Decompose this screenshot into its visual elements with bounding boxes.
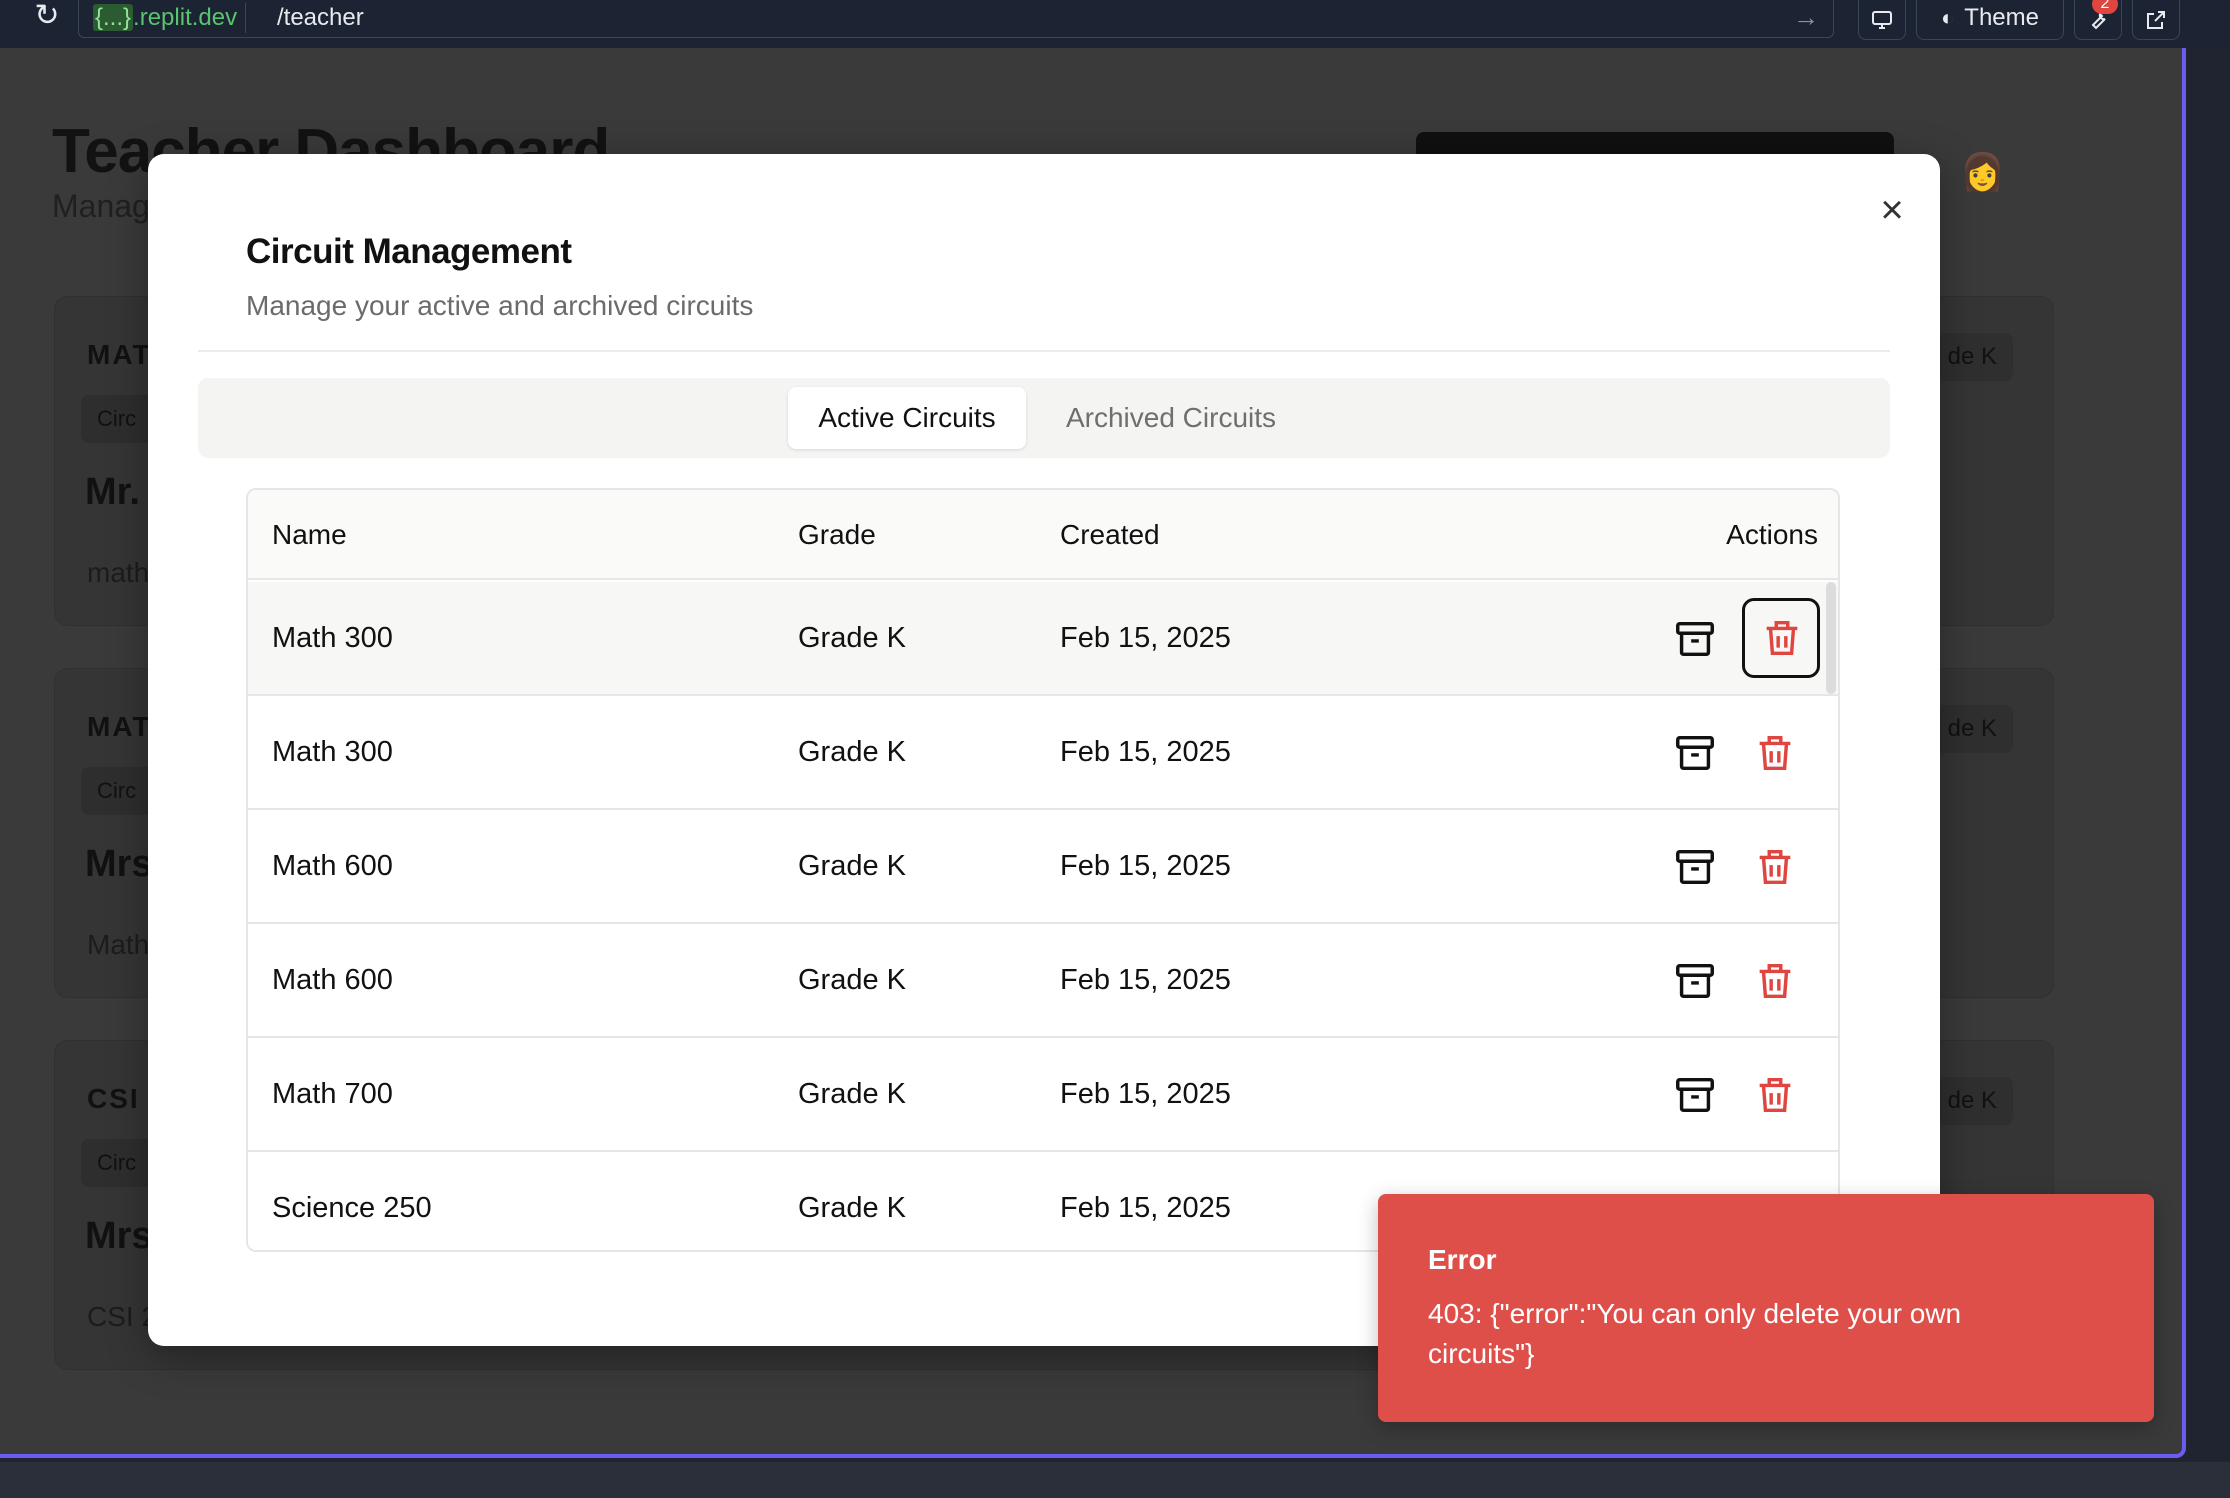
card-teacher: Mrs — [85, 843, 153, 885]
cell-grade: Grade K — [798, 964, 906, 996]
trash-icon[interactable] — [1752, 730, 1798, 776]
archive-icon[interactable] — [1672, 844, 1718, 890]
card-teacher: Mrs — [85, 1215, 153, 1257]
circuits-table: Name Grade Created Actions Math 300 Grad… — [246, 488, 1840, 1252]
theme-label: Theme — [1964, 4, 2039, 31]
cell-name: Science 250 — [272, 1192, 432, 1224]
table-header: Name Grade Created Actions — [248, 490, 1838, 580]
close-icon[interactable]: × — [1872, 190, 1912, 230]
browser-toolbar: ↻ {...}.replit.dev /teacher → ◐ Theme 2 — [0, 0, 2230, 48]
circuit-management-dialog: × Circuit Management Manage your active … — [148, 154, 1940, 1346]
toast-message: 403: {"error":"You can only delete your … — [1428, 1298, 1962, 1369]
cell-name: Math 600 — [272, 964, 393, 996]
cell-grade: Grade K — [798, 1078, 906, 1110]
avatar: 👩 — [1960, 151, 2005, 192]
open-in-new-tab-icon[interactable] — [2132, 0, 2180, 40]
error-toast[interactable]: Error 403: {"error":"You can only delete… — [1378, 1194, 2154, 1422]
trash-icon[interactable] — [1742, 598, 1820, 678]
cell-name: Math 300 — [272, 622, 393, 654]
window-bottom-edge — [0, 1462, 2230, 1498]
card-description: CSI 2 — [87, 1301, 158, 1332]
table-row: Math 300 Grade K Feb 15, 2025 — [248, 582, 1838, 696]
cell-grade: Grade K — [798, 850, 906, 882]
palette-icon: ◐ — [1941, 5, 1955, 30]
dialog-title: Circuit Management — [246, 232, 572, 271]
url-bar[interactable]: {...}.replit.dev /teacher → — [78, 0, 1834, 38]
trash-icon[interactable] — [1752, 1072, 1798, 1118]
archive-icon[interactable] — [1672, 958, 1718, 1004]
trash-icon[interactable] — [1752, 844, 1798, 890]
cell-grade: Grade K — [798, 1192, 906, 1224]
card-description: Math — [87, 929, 150, 960]
divider — [198, 350, 1890, 352]
card-grade-badge: de K — [1931, 1077, 2013, 1125]
card-teacher: Mr. — [85, 471, 140, 513]
cell-created: Feb 15, 2025 — [1060, 964, 1231, 996]
table-row: Math 600 Grade K Feb 15, 2025 — [248, 924, 1838, 1038]
url-host: {...}.replit.dev — [85, 3, 247, 33]
archive-icon[interactable] — [1672, 730, 1718, 776]
column-header-actions: Actions — [1726, 519, 1818, 550]
monitor-icon[interactable] — [1858, 0, 1906, 40]
card-code: CSI — [87, 1083, 140, 1114]
column-header-name: Name — [272, 519, 347, 550]
cell-created: Feb 15, 2025 — [1060, 736, 1231, 768]
column-header-grade: Grade — [798, 519, 876, 550]
tab-list: Active Circuits Archived Circuits — [198, 378, 1890, 458]
theme-button[interactable]: ◐ Theme — [1916, 0, 2064, 40]
card-grade-badge: de K — [1931, 333, 2013, 381]
cell-name: Math 600 — [272, 850, 393, 882]
cell-created: Feb 15, 2025 — [1060, 1192, 1231, 1224]
reload-icon[interactable]: ↻ — [30, 0, 64, 34]
table-row: Math 600 Grade K Feb 15, 2025 — [248, 810, 1838, 924]
cell-name: Math 300 — [272, 736, 393, 768]
cell-grade: Grade K — [798, 736, 906, 768]
cell-created: Feb 15, 2025 — [1060, 622, 1231, 654]
card-grade-badge: de K — [1931, 705, 2013, 753]
url-path[interactable]: /teacher — [277, 3, 364, 33]
arrow-right-icon[interactable]: → — [1793, 2, 1819, 32]
cell-name: Math 700 — [272, 1078, 393, 1110]
trash-icon[interactable] — [1752, 958, 1798, 1004]
card-description: math — [87, 557, 150, 588]
url-host-domain: .replit.dev — [133, 4, 238, 31]
archive-icon[interactable] — [1672, 616, 1718, 662]
cell-grade: Grade K — [798, 622, 906, 654]
tab-archived-circuits[interactable]: Archived Circuits — [1036, 387, 1306, 449]
card-code: MAT — [87, 339, 152, 370]
notification-badge: 2 — [2092, 0, 2118, 14]
table-row: Math 700 Grade K Feb 15, 2025 — [248, 1038, 1838, 1152]
archive-icon[interactable] — [1672, 1072, 1718, 1118]
dialog-description: Manage your active and archived circuits — [246, 290, 754, 321]
table-scrollbar[interactable] — [1826, 582, 1836, 694]
card-code: MAT — [87, 711, 152, 742]
cell-created: Feb 15, 2025 — [1060, 850, 1231, 882]
toast-title: Error — [1428, 1244, 1497, 1275]
page-subtitle: Manag — [52, 188, 150, 224]
tab-active-circuits[interactable]: Active Circuits — [788, 387, 1026, 449]
cell-created: Feb 15, 2025 — [1060, 1078, 1231, 1110]
url-host-prefix: {...} — [93, 4, 134, 31]
table-row: Math 300 Grade K Feb 15, 2025 — [248, 696, 1838, 810]
column-header-created: Created — [1060, 519, 1160, 550]
